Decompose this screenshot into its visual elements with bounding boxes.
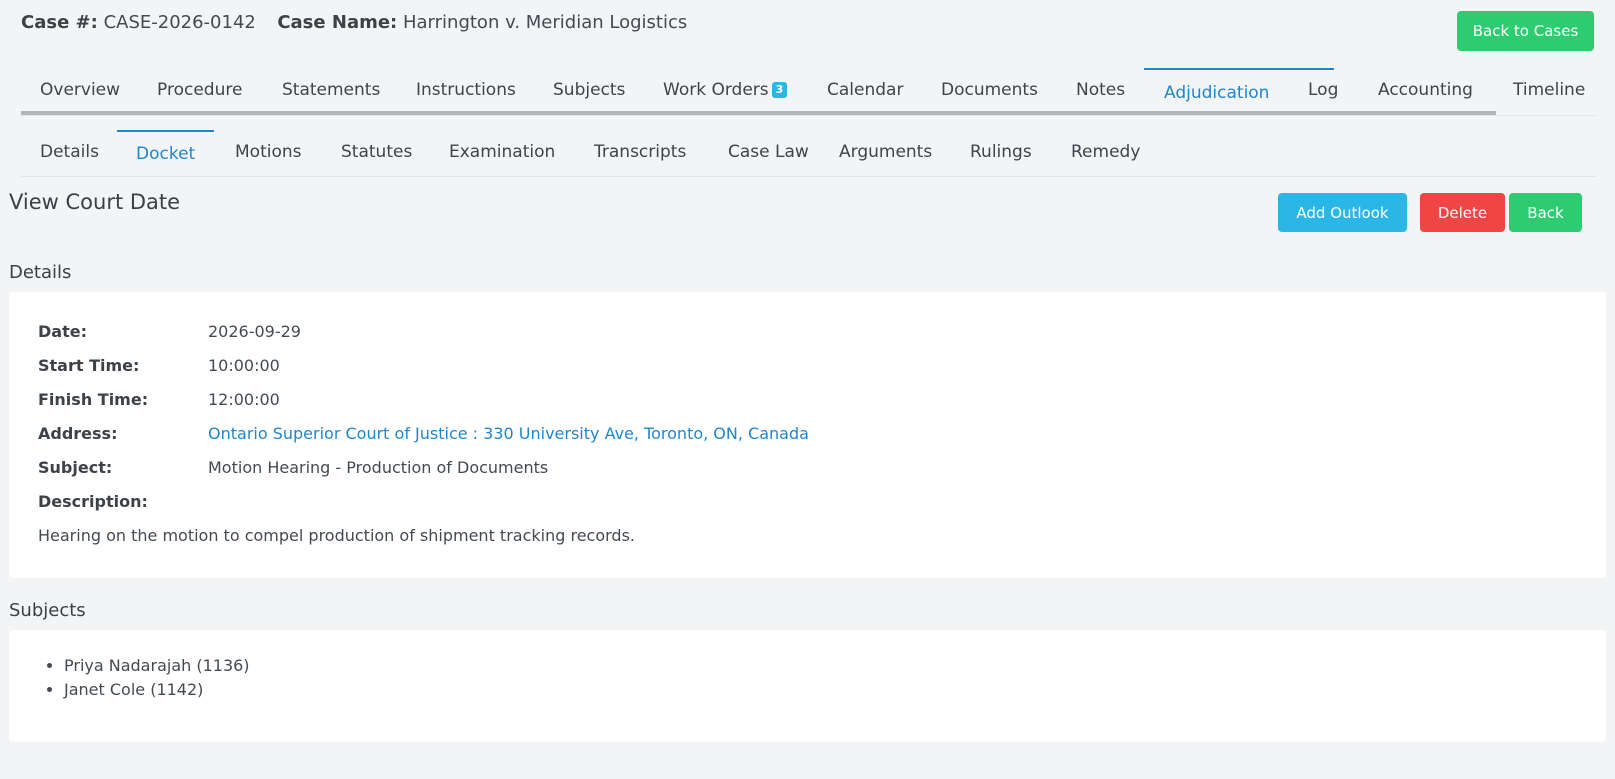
subject-value: Motion Hearing - Production of Documents bbox=[208, 458, 549, 477]
delete-button[interactable]: Delete bbox=[1420, 193, 1505, 232]
back-button[interactable]: Back bbox=[1509, 193, 1582, 232]
start-time-value: 10:00:00 bbox=[208, 356, 280, 375]
tab-work-orders[interactable]: Work Orders 3 bbox=[663, 68, 788, 111]
list-item: Priya Nadarajah (1136) bbox=[64, 654, 250, 678]
tab-overview[interactable]: Overview bbox=[40, 68, 120, 111]
sub-tab-bar: Details Docket Motions Statutes Examinat… bbox=[21, 130, 1596, 177]
description-label: Description: bbox=[38, 492, 148, 511]
case-number: CASE-2026-0142 bbox=[103, 12, 256, 33]
work-orders-count-badge: 3 bbox=[771, 82, 788, 98]
case-header: Case #: CASE-2026-0142 Case Name: Harrin… bbox=[21, 12, 687, 33]
case-name-label: Case Name: bbox=[277, 12, 398, 33]
subtab-statutes[interactable]: Statutes bbox=[341, 130, 412, 176]
subject-label: Subject: bbox=[38, 458, 113, 477]
tab-calendar[interactable]: Calendar bbox=[827, 68, 903, 111]
case-name: Harrington v. Meridian Logistics bbox=[402, 12, 688, 33]
address-label: Address: bbox=[38, 424, 118, 443]
details-section-title: Details bbox=[9, 262, 72, 283]
start-time-label: Start Time: bbox=[38, 356, 140, 375]
tab-notes[interactable]: Notes bbox=[1076, 68, 1125, 111]
date-value: 2026-09-29 bbox=[208, 322, 301, 341]
page-title: View Court Date bbox=[9, 190, 181, 214]
add-outlook-button[interactable]: Add Outlook bbox=[1278, 193, 1407, 232]
finish-time-value: 12:00:00 bbox=[208, 390, 280, 409]
tab-accounting[interactable]: Accounting bbox=[1378, 68, 1473, 111]
list-item: Janet Cole (1142) bbox=[64, 678, 250, 702]
tab-statements[interactable]: Statements bbox=[282, 68, 380, 111]
back-to-cases-button[interactable]: Back to Cases bbox=[1457, 11, 1594, 51]
tab-underline bbox=[21, 111, 1496, 115]
subjects-section-title: Subjects bbox=[9, 600, 86, 621]
case-number-label: Case #: bbox=[21, 12, 98, 33]
details-card: Date: 2026-09-29 Start Time: 10:00:00 Fi… bbox=[9, 292, 1606, 578]
tab-adjudication[interactable]: Adjudication bbox=[1144, 68, 1334, 111]
date-label: Date: bbox=[38, 322, 87, 341]
subtab-details[interactable]: Details bbox=[40, 130, 99, 176]
subtab-motions[interactable]: Motions bbox=[235, 130, 302, 176]
main-tab-bar: Overview Procedure Statements Instructio… bbox=[21, 68, 1596, 116]
description-value: Hearing on the motion to compel producti… bbox=[38, 526, 635, 545]
tab-log[interactable]: Log bbox=[1308, 68, 1338, 111]
finish-time-label: Finish Time: bbox=[38, 390, 149, 409]
tab-work-orders-label: Work Orders bbox=[663, 80, 769, 100]
address-link[interactable]: Ontario Superior Court of Justice : 330 … bbox=[208, 424, 809, 443]
tab-subjects[interactable]: Subjects bbox=[553, 68, 625, 111]
tab-procedure[interactable]: Procedure bbox=[157, 68, 242, 111]
subtab-arguments[interactable]: Arguments bbox=[839, 130, 932, 176]
subjects-card: Priya Nadarajah (1136) Janet Cole (1142) bbox=[9, 630, 1606, 742]
subtab-examination[interactable]: Examination bbox=[449, 130, 555, 176]
subtab-rulings[interactable]: Rulings bbox=[970, 130, 1032, 176]
tab-documents[interactable]: Documents bbox=[941, 68, 1038, 111]
subtab-transcripts[interactable]: Transcripts bbox=[594, 130, 686, 176]
subtab-docket[interactable]: Docket bbox=[117, 130, 214, 176]
subtab-remedy[interactable]: Remedy bbox=[1071, 130, 1140, 176]
tab-instructions[interactable]: Instructions bbox=[416, 68, 516, 111]
subtab-case-law[interactable]: Case Law bbox=[728, 130, 809, 176]
tab-timeline[interactable]: Timeline bbox=[1513, 68, 1585, 111]
subjects-list: Priya Nadarajah (1136) Janet Cole (1142) bbox=[64, 654, 250, 702]
